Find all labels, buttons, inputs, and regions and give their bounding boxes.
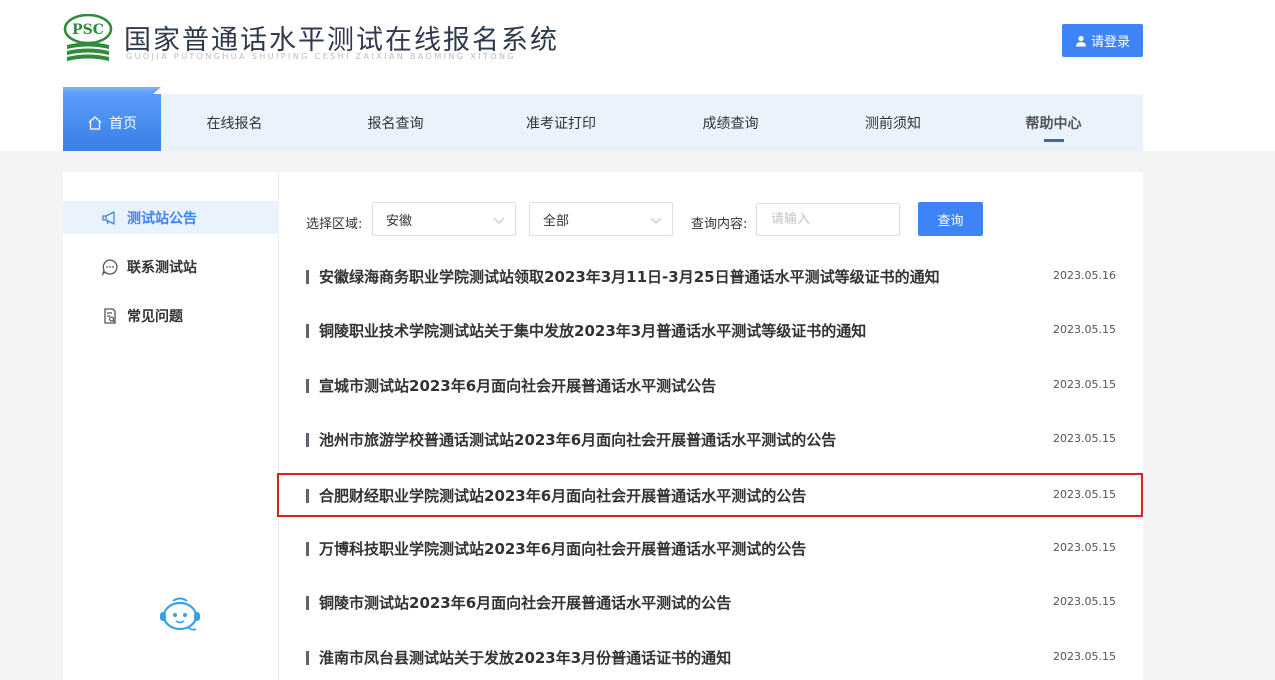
- sidebar-item-label: 联系测试站: [127, 259, 197, 276]
- notice-date: 2023.05.15: [1053, 488, 1116, 501]
- nav-label: 测前须知: [865, 115, 921, 132]
- row-bullet: [306, 270, 309, 284]
- document-search-icon: [104, 307, 116, 324]
- notice-date: 2023.05.15: [1053, 650, 1116, 663]
- query-label: 查询内容:: [691, 217, 748, 232]
- notice-date: 2023.05.15: [1053, 323, 1116, 336]
- region-select[interactable]: 安徽: [372, 202, 516, 236]
- row-bullet: [306, 379, 309, 393]
- sidebar-item-label: 常见问题: [127, 308, 183, 325]
- sub-region-select-value: 全部: [543, 213, 570, 229]
- chevron-down-icon: [493, 217, 505, 224]
- sub-region-select[interactable]: 全部: [529, 202, 673, 236]
- notice-title: 安徽绿海商务职业学院测试站领取2023年3月11日-3月25日普通话水平测试等级…: [319, 268, 940, 286]
- nav-label-home: 首页: [109, 115, 137, 132]
- row-bullet: [306, 596, 309, 610]
- nav-item-online-registration[interactable]: 在线报名: [161, 94, 308, 151]
- notice-row[interactable]: 铜陵职业技术学院测试站关于集中发放2023年3月普通话水平测试等级证书的通知 20…: [278, 308, 1143, 352]
- login-label: 请登录: [1090, 35, 1130, 50]
- sidebar-item-label: 测试站公告: [127, 210, 197, 227]
- user-icon: [1075, 35, 1086, 46]
- row-bullet: [306, 433, 309, 447]
- sidebar-item-contact-station[interactable]: 联系测试站: [63, 250, 279, 283]
- query-input[interactable]: [756, 203, 900, 236]
- main-nav: 首页 在线报名 报名查询 准考证打印 成绩查询 测前须知 帮助中心: [63, 94, 1143, 151]
- nav-label: 成绩查询: [702, 115, 759, 132]
- nav-item-home[interactable]: 首页: [63, 94, 161, 151]
- sidebar: 测试站公告 联系测试站 常见问题: [63, 172, 279, 680]
- notice-row[interactable]: 池州市旅游学校普通话测试站2023年6月面向社会开展普通话水平测试的公告 2023…: [278, 417, 1143, 461]
- notice-date: 2023.05.15: [1053, 378, 1116, 391]
- chevron-down-icon: [650, 217, 662, 224]
- sidebar-item-station-notices[interactable]: 测试站公告: [63, 201, 279, 234]
- notice-date: 2023.05.15: [1053, 595, 1116, 608]
- home-icon: [88, 115, 102, 130]
- logo-text: PSC: [72, 22, 104, 38]
- megaphone-icon: [102, 210, 115, 225]
- customer-service-robot-icon[interactable]: [156, 596, 204, 634]
- nav-item-registration-query[interactable]: 报名查询: [308, 94, 483, 151]
- notice-title: 合肥财经职业学院测试站2023年6月面向社会开展普通话水平测试的公告: [319, 487, 807, 505]
- region-label: 选择区域:: [306, 217, 363, 232]
- notice-title: 淮南市凤台县测试站关于发放2023年3月份普通话证书的通知: [319, 649, 732, 667]
- row-bullet: [306, 542, 309, 556]
- row-bullet: [306, 489, 309, 503]
- notice-title: 池州市旅游学校普通话测试站2023年6月面向社会开展普通话水平测试的公告: [319, 431, 837, 449]
- notice-date: 2023.05.15: [1053, 541, 1116, 554]
- row-bullet: [306, 651, 309, 665]
- notice-row[interactable]: 万博科技职业学院测试站2023年6月面向社会开展普通话水平测试的公告 2023.0…: [278, 526, 1143, 570]
- nav-item-admission-print[interactable]: 准考证打印: [483, 94, 639, 151]
- nav-label: 报名查询: [367, 115, 424, 132]
- notice-row-highlighted[interactable]: 合肥财经职业学院测试站2023年6月面向社会开展普通话水平测试的公告 2023.0…: [277, 473, 1143, 517]
- notice-title: 铜陵市测试站2023年6月面向社会开展普通话水平测试的公告: [319, 594, 732, 612]
- content-panel: 测试站公告 联系测试站 常见问题 选择区域: 安徽 全部 查询内容: 查询: [63, 172, 1143, 680]
- psc-logo-icon[interactable]: PSC: [63, 14, 113, 64]
- nav-label: 在线报名: [206, 115, 263, 132]
- notice-title: 宣城市测试站2023年6月面向社会开展普通话水平测试公告: [319, 377, 717, 395]
- query-button[interactable]: 查询: [918, 202, 983, 236]
- notice-title: 铜陵职业技术学院测试站关于集中发放2023年3月普通话水平测试等级证书的通知: [319, 322, 867, 340]
- notice-row[interactable]: 淮南市凤台县测试站关于发放2023年3月份普通话证书的通知 2023.05.15: [278, 635, 1143, 679]
- nav-item-help-center[interactable]: 帮助中心: [964, 94, 1143, 151]
- nav-label: 帮助中心: [1025, 115, 1082, 132]
- notice-row[interactable]: 宣城市测试站2023年6月面向社会开展普通话水平测试公告 2023.05.15: [278, 363, 1143, 407]
- notice-row[interactable]: 安徽绿海商务职业学院测试站领取2023年3月11日-3月25日普通话水平测试等级…: [278, 254, 1143, 298]
- nav-item-pre-test-notice[interactable]: 测前须知: [822, 94, 964, 151]
- site-subtitle: GUOJIA PUTONGHUA SHUIPING CESHI ZAIXIAN …: [126, 52, 516, 61]
- login-button[interactable]: 请登录: [1062, 24, 1143, 57]
- chat-icon: [101, 258, 118, 276]
- nav-item-score-query[interactable]: 成绩查询: [639, 94, 822, 151]
- region-select-value: 安徽: [386, 213, 413, 229]
- row-bullet: [306, 324, 309, 338]
- nav-label: 准考证打印: [526, 115, 596, 132]
- sidebar-item-faq[interactable]: 常见问题: [63, 299, 279, 332]
- notice-date: 2023.05.15: [1053, 432, 1116, 445]
- notice-row[interactable]: 铜陵市测试站2023年6月面向社会开展普通话水平测试的公告 2023.05.15: [278, 580, 1143, 624]
- notice-title: 万博科技职业学院测试站2023年6月面向社会开展普通话水平测试的公告: [319, 540, 807, 558]
- notice-date: 2023.05.16: [1053, 269, 1116, 282]
